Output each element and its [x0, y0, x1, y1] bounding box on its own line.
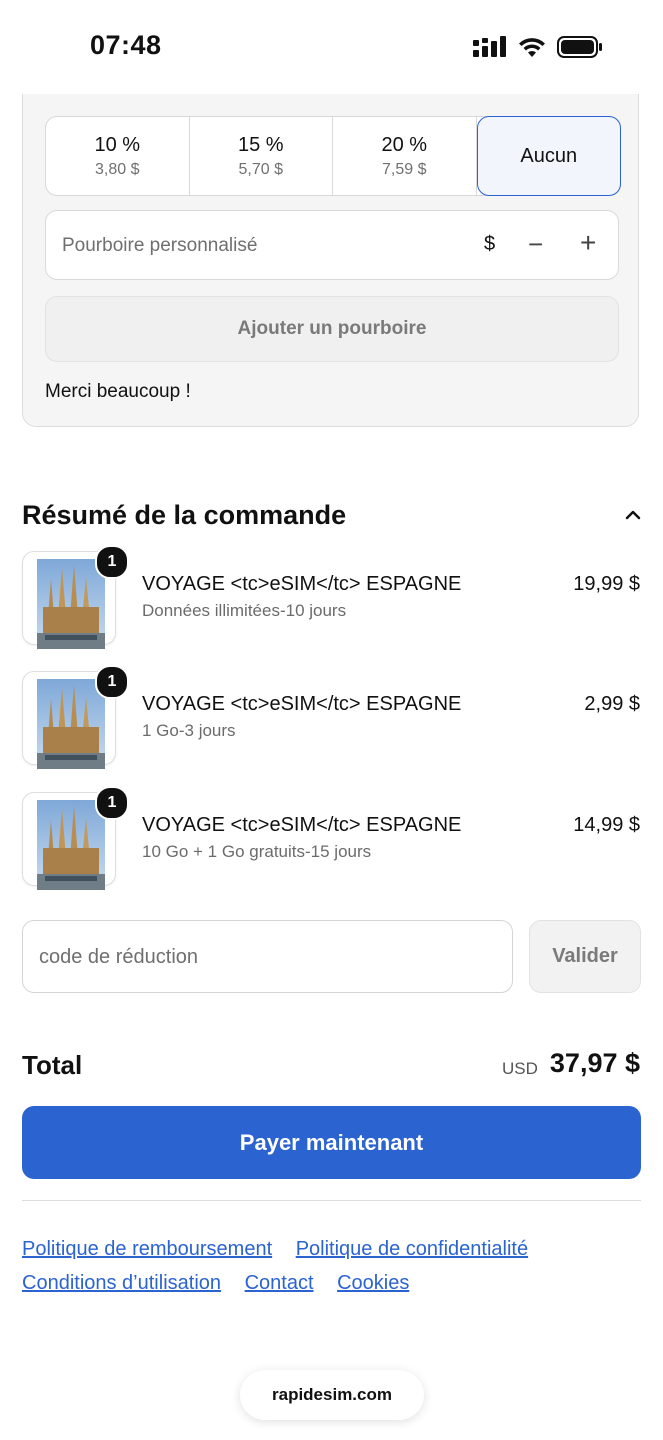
- apply-discount-button[interactable]: Valider: [529, 920, 641, 993]
- tip-none-label: Aucun: [520, 144, 578, 167]
- tip-option-10[interactable]: 10 % 3,80 $: [46, 117, 190, 195]
- order-item: 1 VOYAGE <tc>eSIM</tc> ESPAGNE Données i…: [22, 545, 642, 649]
- sagrada-familia-image: [37, 800, 105, 890]
- cellular-signal-icon: [473, 36, 506, 57]
- tip-panel: 10 % 3,80 $ 15 % 5,70 $ 20 % 7,59 $ Aucu…: [22, 94, 639, 427]
- item-title: VOYAGE <tc>eSIM</tc> ESPAGNE: [142, 814, 462, 836]
- tip-option-20[interactable]: 20 % 7,59 $: [333, 117, 477, 195]
- tip-percent: 10 %: [94, 133, 141, 156]
- pay-now-button[interactable]: Payer maintenant: [22, 1106, 641, 1179]
- url-bar[interactable]: rapidesim.com: [240, 1370, 424, 1420]
- discount-code-input[interactable]: code de réduction: [22, 920, 513, 993]
- cookies-link[interactable]: Cookies: [337, 1272, 409, 1294]
- item-subtitle: 1 Go-3 jours: [142, 721, 236, 740]
- sagrada-familia-image: [37, 559, 105, 649]
- status-time: 07:48: [90, 30, 162, 60]
- thanks-message: Merci beaucoup !: [45, 381, 191, 402]
- divider: [22, 1200, 641, 1201]
- total-amount: 37,97 $: [549, 1048, 640, 1078]
- order-summary-title: Résumé de la commande: [22, 500, 347, 530]
- item-title: VOYAGE <tc>eSIM</tc> ESPAGNE: [142, 573, 462, 595]
- refund-policy-link[interactable]: Politique de remboursement: [22, 1238, 272, 1260]
- item-price: 14,99 $: [573, 814, 640, 836]
- item-title: VOYAGE <tc>eSIM</tc> ESPAGNE: [142, 693, 462, 715]
- status-icons: [473, 36, 603, 58]
- battery-icon: [557, 36, 602, 58]
- discount-placeholder: code de réduction: [39, 946, 199, 968]
- tip-amount: 5,70 $: [238, 160, 283, 178]
- total-currency: USD: [502, 1059, 538, 1078]
- custom-tip-placeholder: Pourboire personnalisé: [62, 235, 258, 256]
- contact-link[interactable]: Contact: [245, 1272, 314, 1294]
- tip-percent: 20 %: [381, 133, 428, 156]
- add-tip-button[interactable]: Ajouter un pourboire: [45, 296, 619, 362]
- order-item: 1 VOYAGE <tc>eSIM</tc> ESPAGNE 1 Go-3 jo…: [22, 665, 642, 769]
- decrement-icon[interactable]: −: [528, 229, 543, 260]
- custom-tip-input[interactable]: Pourboire personnalisé $ − +: [45, 210, 619, 280]
- order-item: 1 VOYAGE <tc>eSIM</tc> ESPAGNE 10 Go + 1…: [22, 786, 642, 890]
- item-subtitle: Données illimitées-10 jours: [142, 601, 347, 620]
- currency-symbol: $: [484, 233, 496, 255]
- footer-links: Politique de remboursement Politique de …: [22, 1232, 642, 1300]
- tip-option-15[interactable]: 15 % 5,70 $: [190, 117, 333, 195]
- item-subtitle: 10 Go + 1 Go gratuits-15 jours: [142, 842, 372, 861]
- tip-options: 10 % 3,80 $ 15 % 5,70 $ 20 % 7,59 $ Aucu…: [45, 116, 621, 196]
- quantity-badge: 1: [95, 545, 129, 579]
- quantity-badge: 1: [95, 786, 129, 820]
- status-bar: 07:48: [0, 0, 663, 96]
- sagrada-familia-image: [37, 679, 105, 769]
- increment-icon[interactable]: +: [580, 227, 596, 259]
- privacy-policy-link[interactable]: Politique de confidentialité: [296, 1238, 528, 1260]
- item-price: 19,99 $: [573, 573, 640, 595]
- tip-option-none[interactable]: Aucun: [476, 116, 621, 196]
- chevron-up-icon[interactable]: [622, 506, 644, 524]
- wifi-icon: [519, 38, 545, 57]
- tip-percent: 15 %: [237, 133, 284, 156]
- total-label: Total: [22, 1050, 83, 1080]
- terms-link[interactable]: Conditions d’utilisation: [22, 1272, 221, 1294]
- quantity-badge: 1: [95, 665, 129, 699]
- tip-amount: 3,80 $: [95, 160, 140, 178]
- tip-amount: 7,59 $: [382, 160, 427, 178]
- item-price: 2,99 $: [584, 693, 640, 715]
